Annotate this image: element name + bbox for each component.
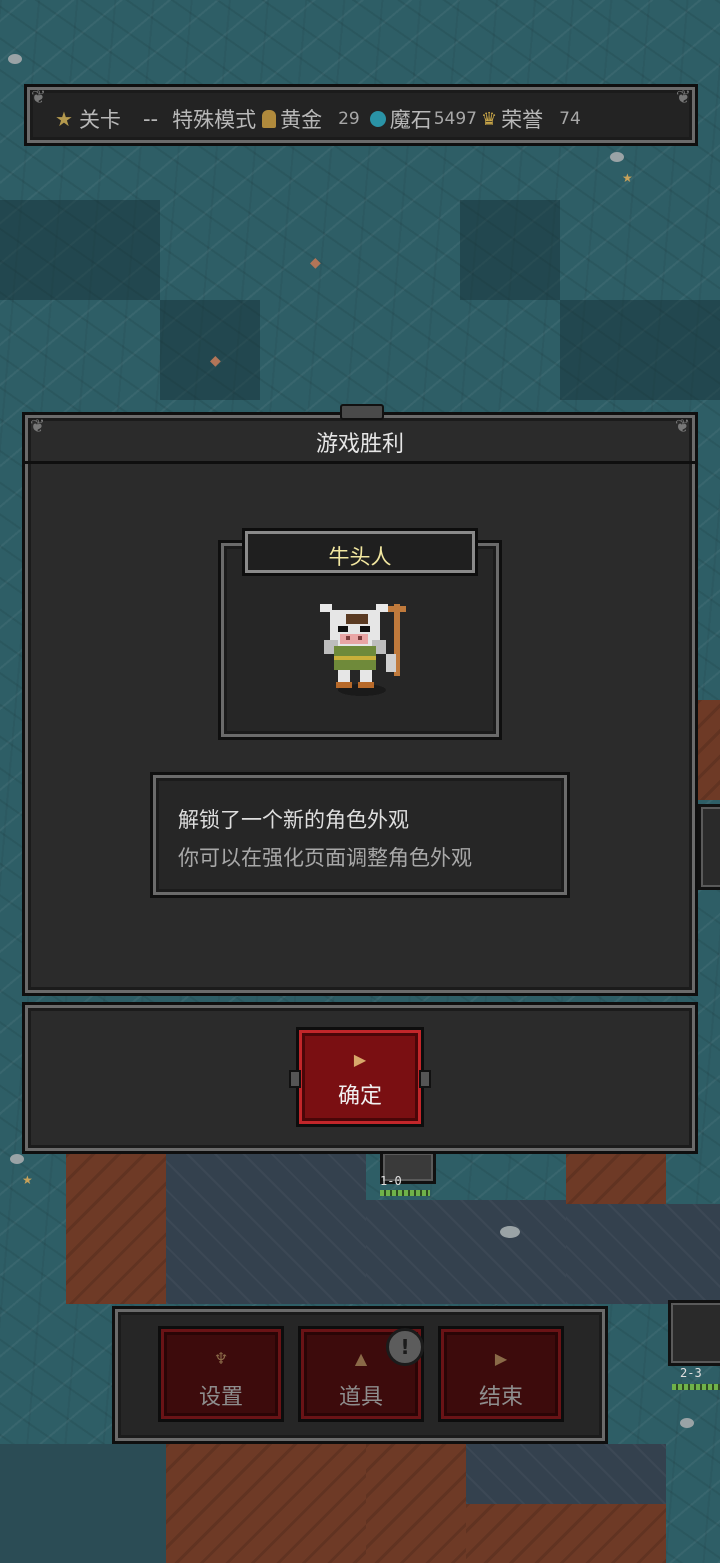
wrench-icon: ♆: [213, 1349, 229, 1368]
star-decoration-icon: ★: [22, 1173, 33, 1187]
unit-sprite[interactable]: [698, 804, 720, 890]
button-side-nub: [289, 1070, 301, 1088]
button-side-nub: [419, 1070, 431, 1088]
unit-label: 1-0: [380, 1174, 402, 1188]
dirt-tile: [566, 1154, 666, 1204]
end-button[interactable]: ▶ 结束: [438, 1326, 564, 1422]
fish-icon: ◆: [310, 255, 321, 271]
items-alert-icon: !: [386, 1328, 424, 1366]
stone-tile: [166, 1154, 366, 1304]
unlock-message-line1: 解锁了一个新的角色外观: [178, 808, 409, 832]
play-arrow-icon: ▶: [353, 1050, 367, 1069]
stage-value: --: [142, 107, 159, 131]
corner-flourish-icon: ❦: [30, 416, 46, 437]
gold-label: 黄金: [280, 108, 323, 132]
stone-tile: [366, 1200, 566, 1304]
water-shade-tile: [160, 300, 260, 400]
stone-tile: [566, 1204, 720, 1304]
gold-value: 29: [338, 109, 360, 129]
play-arrow-icon: ▶: [494, 1349, 508, 1368]
corner-flourish-icon: ❦: [675, 87, 691, 108]
mode-label: 特殊模式: [172, 108, 257, 132]
unlock-message-box: [150, 772, 570, 898]
star-icon: ★: [55, 107, 73, 131]
water-shade-tile: [560, 300, 720, 400]
pebble: [680, 1418, 694, 1428]
pebble: [500, 1226, 520, 1238]
stone-tile: [0, 1444, 166, 1563]
settings-button[interactable]: ♆ 设置: [158, 1326, 284, 1422]
unlock-message-line2: 你可以在强化页面调整角色外观: [178, 846, 472, 870]
stone-tile: [466, 1444, 666, 1504]
unit-hp-bar: [672, 1384, 720, 1390]
character-name: 牛头人: [328, 545, 392, 569]
gold-bar-icon: [262, 110, 277, 128]
unit-hp-bar: [380, 1190, 430, 1196]
honor-label: 荣誉: [501, 108, 544, 132]
resource-bar: ★ 关卡 -- 特殊模式 黄金 29 魔石 5497 ♛ 荣誉 74 ❦ ❦: [24, 84, 698, 146]
end-button-label: 结束: [478, 1385, 523, 1410]
magic-stone-label: 魔石: [389, 108, 432, 132]
stage-label: 关卡: [78, 108, 121, 132]
star-decoration-icon: ★: [622, 171, 633, 185]
character-name-plate: 牛头人: [242, 528, 478, 576]
pebble: [10, 1154, 24, 1164]
dirt-tile: [166, 1444, 366, 1563]
magic-stone-icon: [369, 111, 386, 127]
honor-value: 74: [559, 109, 581, 129]
minotaur-character-sprite: [320, 604, 406, 696]
pebble: [610, 152, 624, 162]
pebble: [8, 54, 22, 64]
confirm-button-label: 确定: [337, 1084, 382, 1109]
victory-title: 游戏胜利: [315, 432, 404, 457]
water-shade-tile: [0, 200, 160, 300]
dirt-tile: [466, 1504, 666, 1563]
confirm-button[interactable]: ▶ 确定: [289, 1027, 431, 1127]
items-button-label: 道具: [338, 1385, 383, 1410]
settings-button-label: 设置: [198, 1385, 243, 1410]
unit-sprite[interactable]: [668, 1300, 720, 1366]
unit-label: 2-3: [680, 1366, 702, 1380]
magic-stone-value: 5497: [433, 109, 477, 129]
crown-icon: ♛: [481, 108, 498, 130]
dirt-tile: [66, 1154, 166, 1304]
dialog-top-knob: [340, 404, 384, 420]
resource-row: ★ 关卡 -- 特殊模式 黄金 29 魔石 5497 ♛ 荣誉 74: [55, 104, 591, 134]
dirt-tile: [366, 1444, 466, 1563]
dirt-tile: [698, 700, 720, 800]
corner-flourish-icon: ❦: [31, 87, 47, 108]
water-shade-tile: [460, 200, 560, 300]
corner-flourish-icon: ❦: [674, 416, 690, 437]
fish-icon: ◆: [210, 353, 221, 369]
